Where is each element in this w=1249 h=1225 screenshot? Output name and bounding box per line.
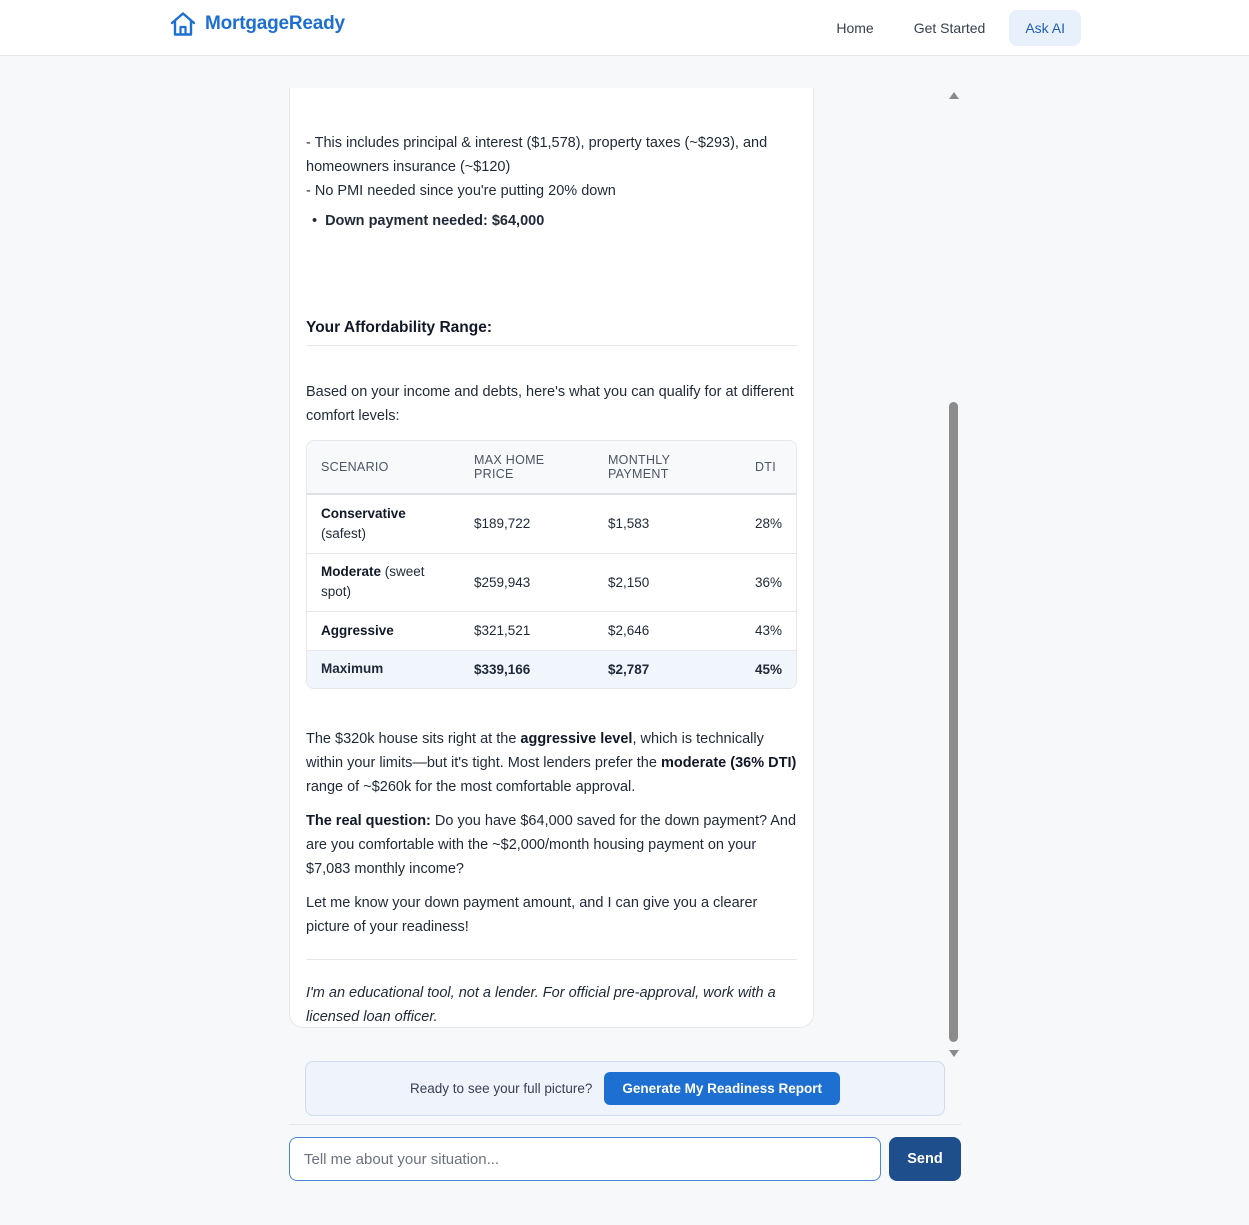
payment-cell: $2,150	[593, 553, 741, 612]
scroll-up-arrow-icon[interactable]	[949, 92, 959, 99]
followup-paragraph: Let me know your down payment amount, an…	[306, 895, 758, 935]
col-scenario: SCENARIO	[307, 441, 460, 495]
dti-cell: 43%	[740, 611, 796, 651]
price-cell: $259,943	[459, 553, 594, 612]
pmi-note: - No PMI needed since you're putting 20%…	[306, 183, 616, 199]
question-paragraph: The real question: Do you have $64,000 s…	[306, 809, 797, 881]
emphasis: The real question:	[306, 813, 431, 829]
scroll-thumb[interactable]	[949, 402, 958, 1042]
emphasis: aggressive level	[520, 731, 633, 747]
price-cell: $321,521	[459, 611, 594, 651]
scenario-cell: Maximum	[307, 650, 460, 688]
chat-messages[interactable]: - This includes principal & interest ($1…	[289, 88, 961, 1059]
col-max-price: MAX HOME PRICE	[459, 441, 594, 495]
text-span: The $320k house sits right at the	[306, 731, 521, 747]
emphasis: moderate (36% DTI)	[660, 755, 797, 771]
nav-ask-ai[interactable]: Ask AI	[1009, 10, 1081, 46]
chat-input[interactable]	[289, 1137, 881, 1181]
chat-scrollbar[interactable]	[945, 88, 960, 1059]
brand-logo[interactable]: MortgageReady	[169, 11, 345, 37]
payment-cell: $2,646	[593, 611, 741, 651]
dti-cell: 45%	[740, 650, 796, 688]
down-payment-bullet: Down payment needed: $64,000	[325, 213, 545, 229]
payment-breakdown-line: - This includes principal & interest ($1…	[306, 135, 768, 175]
scenario-name: Aggressive	[321, 622, 394, 638]
cta-text: Ready to see your full picture?	[410, 1081, 593, 1096]
price-cell: $189,722	[459, 494, 594, 554]
scenario-name: Moderate	[321, 564, 382, 579]
nav-home[interactable]: Home	[820, 10, 889, 46]
generate-report-button[interactable]: Generate My Readiness Report	[604, 1072, 840, 1105]
affordability-heading: Your Affordability Range:	[306, 319, 797, 346]
col-dti: DTI	[740, 441, 796, 495]
table-row: Moderate (sweet spot) $259,943 $2,150 36…	[307, 553, 796, 612]
house-icon	[169, 11, 197, 37]
table-row: Conservative (safest) $189,722 $1,583 28%	[307, 494, 796, 554]
range-intro: Based on your income and debts, here's w…	[306, 384, 794, 424]
text-span: range of ~$260k for the most comfortable…	[306, 779, 636, 795]
nav-get-started[interactable]: Get Started	[898, 10, 1002, 46]
top-navbar: MortgageReady Home Get Started Ask AI	[0, 0, 1249, 56]
composer-divider	[289, 1124, 961, 1125]
table-row: Aggressive $321,521 $2,646 43%	[307, 611, 796, 651]
scenario-cell: Moderate (sweet spot)	[307, 553, 460, 612]
list-item: • Down payment needed: $64,000	[306, 209, 797, 233]
table-row: Maximum $339,166 $2,787 45%	[307, 650, 796, 688]
payment-cell: $2,787	[593, 650, 741, 688]
scroll-down-arrow-icon[interactable]	[949, 1050, 959, 1057]
col-monthly-payment: MONTHLY PAYMENT	[593, 441, 741, 495]
scenario-cell: Aggressive	[307, 611, 460, 651]
disclaimer-text: I'm an educational tool, not a lender. F…	[306, 985, 776, 1025]
table-header-row: SCENARIO MAX HOME PRICE MONTHLY PAYMENT …	[307, 441, 796, 495]
dti-cell: 36%	[740, 553, 796, 612]
main-nav: Home Get Started Ask AI	[820, 10, 1081, 46]
dti-cell: 28%	[740, 494, 796, 554]
scenario-name: Conservative	[321, 505, 406, 521]
assistant-message: - This includes principal & interest ($1…	[289, 88, 814, 1028]
payment-cell: $1,583	[593, 494, 741, 554]
scenario-note: (safest)	[321, 525, 367, 541]
affordability-table: SCENARIO MAX HOME PRICE MONTHLY PAYMENT …	[306, 440, 797, 689]
readiness-cta: Ready to see your full picture? Generate…	[305, 1061, 945, 1116]
analysis-paragraph: The $320k house sits right at the aggres…	[306, 727, 797, 799]
brand-name: MortgageReady	[205, 13, 345, 34]
price-cell: $339,166	[459, 650, 594, 688]
scenario-cell: Conservative (safest)	[307, 494, 460, 554]
bullet-dot: •	[312, 213, 318, 229]
send-button[interactable]: Send	[889, 1137, 961, 1181]
disclaimer: I'm an educational tool, not a lender. F…	[306, 981, 797, 1029]
